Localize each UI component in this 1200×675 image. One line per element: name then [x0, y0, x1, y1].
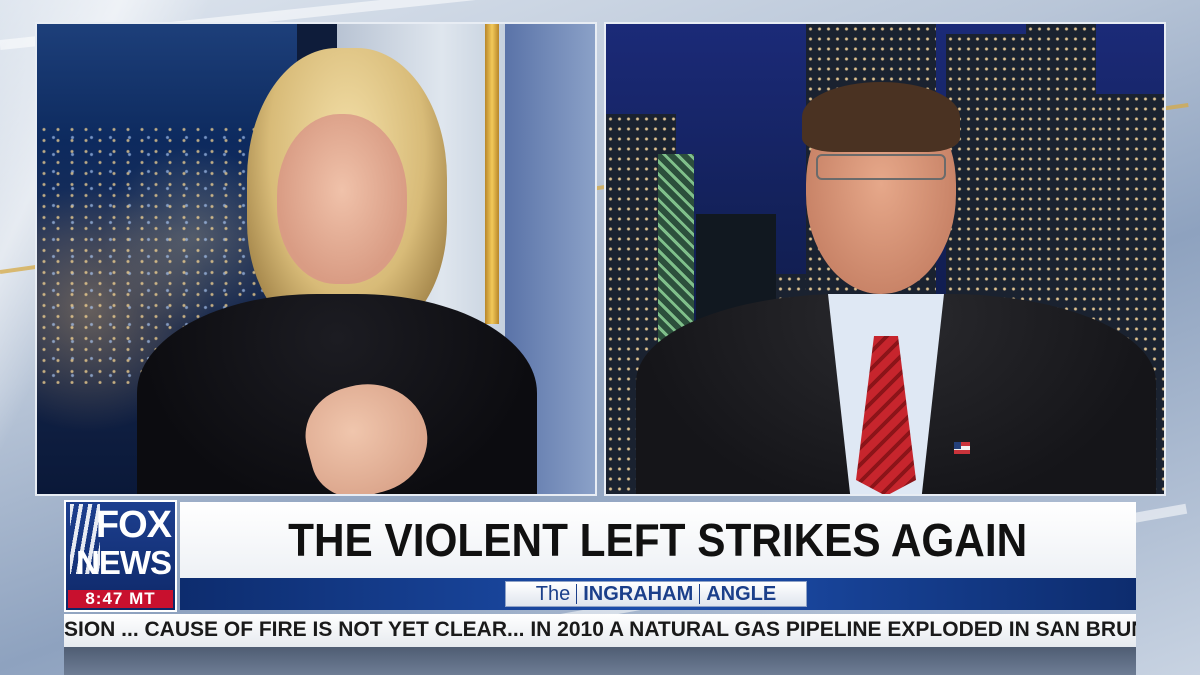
guest-hair [802, 82, 960, 152]
logo-fox-text: FOX [95, 504, 172, 546]
show-name-bar: The INGRAHAM ANGLE [180, 578, 1136, 610]
news-ticker: SION ... CAUSE OF FIRE IS NOT YET CLEAR.… [64, 614, 1136, 647]
show-name-divider [699, 584, 701, 604]
host-face [277, 114, 407, 284]
flag-lapel-pin-icon [954, 442, 970, 454]
show-name-word2: ANGLE [706, 582, 777, 605]
logo-news-text: NEWS [76, 544, 172, 581]
host-video-panel [35, 22, 597, 496]
show-name-divider [576, 584, 578, 604]
show-name-prefix: The [535, 582, 571, 605]
guest-glasses [816, 154, 946, 180]
network-logo: FOX NEWS 8:47 MT [64, 500, 177, 612]
headline-text: THE VIOLENT LEFT STRIKES AGAIN [288, 514, 1028, 566]
bottom-strip [64, 647, 1136, 675]
guest-video-panel [604, 22, 1166, 496]
show-name-plate: The INGRAHAM ANGLE [505, 581, 807, 607]
studio-gold-accent [485, 24, 499, 324]
show-name-word1: INGRAHAM [583, 582, 694, 605]
broadcast-time: 8:47 MT [68, 590, 173, 608]
ticker-text: SION ... CAUSE OF FIRE IS NOT YET CLEAR.… [64, 618, 1136, 641]
headline-banner: THE VIOLENT LEFT STRIKES AGAIN [180, 502, 1136, 578]
